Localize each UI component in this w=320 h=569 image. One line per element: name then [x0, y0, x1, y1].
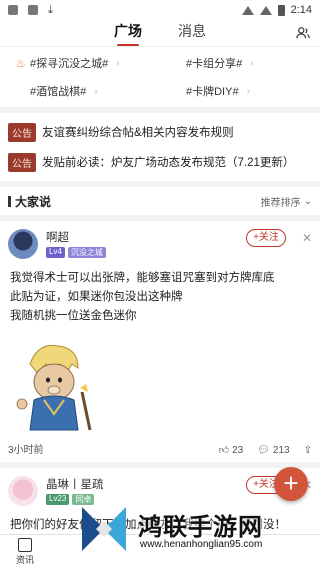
follow-button[interactable]: +关注 — [246, 229, 286, 247]
battery-icon — [277, 4, 285, 16]
wifi-icon — [241, 5, 254, 15]
post-line: 我随机挑一位送金色迷你 — [10, 310, 137, 322]
top-nav: 广场 消息 — [0, 20, 320, 46]
avatar[interactable] — [8, 229, 38, 259]
topic-grid: ♨ #探寻沉没之城# › #卡组分享# › #酒馆战棋# › #卡牌DIY# › — [0, 46, 320, 107]
chevron-right-icon: › — [94, 85, 98, 97]
comment-icon: 💬︎ — [257, 444, 270, 456]
share-button[interactable]: ⇪ — [304, 445, 312, 456]
signal-icon — [259, 5, 272, 15]
chevron-right-icon: › — [250, 57, 254, 69]
notice-badge: 公告 — [8, 122, 36, 142]
bottom-nav-label: 资讯 — [15, 555, 34, 565]
news-icon — [18, 538, 32, 552]
like-count: 23 — [232, 444, 244, 456]
username[interactable]: 啊超 — [46, 229, 106, 245]
comment-button[interactable]: 💬︎ 213 — [257, 445, 289, 456]
bottom-nav: 资讯 — [0, 534, 320, 569]
level-badge: Lv4 — [46, 247, 65, 258]
comment-count: 213 — [272, 444, 290, 456]
notification-icon — [28, 5, 38, 15]
topic-label: #酒馆战棋# — [30, 86, 87, 98]
notice-list: 公告 友谊赛纠纷综合帖&相关内容发布规则 公告 发贴前必读：炉友广场动态发布规范… — [0, 113, 320, 181]
friends-icon[interactable] — [296, 26, 310, 40]
notice-badge: 公告 — [8, 152, 36, 172]
plus-icon: + — [283, 468, 299, 498]
notice-text: 发贴前必读：炉友广场动态发布规范（7.21更新） — [42, 157, 295, 169]
topic-label: #卡牌DIY# — [186, 86, 239, 98]
post-content: 我觉得术士可以出张牌，能够塞诅咒塞到对方牌库底 此贴为证，如果迷你包没出这种牌 … — [10, 269, 312, 326]
status-time: 2:14 — [290, 4, 312, 16]
post-line: 我觉得术士可以出张牌，能够塞诅咒塞到对方牌库底 — [10, 272, 275, 284]
section-marker — [8, 195, 11, 207]
fire-icon: ♨ — [16, 57, 26, 70]
tab-square[interactable]: 广场 — [114, 21, 142, 45]
chevron-down-icon: ⌄ — [303, 195, 312, 207]
post-line: 此贴为证，如果迷你包没出这种牌 — [10, 291, 183, 303]
level-badge: Lv23 — [46, 494, 70, 505]
thumbs-up-icon: 👍︎ — [218, 445, 230, 456]
status-bar: ⤓ 2:14 — [0, 0, 320, 20]
avatar[interactable] — [8, 476, 38, 506]
post-content: 把你们的好友份留下，加点好友，我挨个加！听到没！ — [10, 516, 312, 535]
topic-item[interactable]: #卡组分享# › — [186, 55, 320, 71]
close-icon[interactable]: ✕ — [302, 229, 312, 247]
topic-item[interactable]: ♨ #探寻沉没之城# › — [16, 55, 160, 71]
notice-item[interactable]: 公告 发贴前必读：炉友广场动态发布规范（7.21更新） — [0, 147, 320, 177]
post-line: 把你们的好友份留下，加点好友，我挨个加！听到没！ — [10, 519, 286, 531]
username[interactable]: 晶琳丨星疏 — [46, 476, 104, 492]
sort-label: 推荐排序 — [260, 197, 301, 209]
like-button[interactable]: 👍︎ 23 — [218, 444, 244, 457]
chevron-right-icon: › — [116, 57, 120, 69]
user-tag: 同卓 — [72, 494, 95, 505]
section-title: 大家说 — [15, 194, 52, 209]
post-card[interactable]: 晶琳丨星疏 Lv23 同卓 +关注 ✕ 把你们的好友份留下，加点好友，我挨个加！… — [0, 468, 320, 541]
share-icon: ⇪ — [303, 444, 312, 456]
notification-icon — [8, 5, 18, 15]
notice-item[interactable]: 公告 友谊赛纠纷综合帖&相关内容发布规则 — [0, 117, 320, 147]
post-card[interactable]: 啊超 Lv4 沉没之城 +关注 ✕ 我觉得术士可以出张牌，能够塞诅咒塞到对方牌库… — [0, 221, 320, 462]
section-header: 大家说 推荐排序 ⌄ — [0, 187, 320, 215]
sticker-image[interactable] — [8, 334, 98, 434]
topic-item[interactable]: #卡牌DIY# › — [186, 83, 320, 99]
download-icon: ⤓ — [48, 3, 53, 16]
tab-messages[interactable]: 消息 — [178, 21, 206, 45]
sort-dropdown[interactable]: 推荐排序 ⌄ — [261, 194, 312, 209]
topic-item[interactable]: #酒馆战棋# › — [30, 83, 160, 99]
topic-label: #卡组分享# — [186, 58, 243, 70]
create-post-button[interactable]: + — [274, 467, 308, 501]
notice-text: 友谊赛纠纷综合帖&相关内容发布规则 — [42, 127, 234, 139]
chevron-right-icon: › — [246, 85, 250, 97]
user-tag: 沉没之城 — [67, 247, 106, 258]
bottom-nav-news[interactable]: 资讯 — [0, 538, 50, 566]
topic-label: #探寻沉没之城# — [30, 58, 109, 70]
